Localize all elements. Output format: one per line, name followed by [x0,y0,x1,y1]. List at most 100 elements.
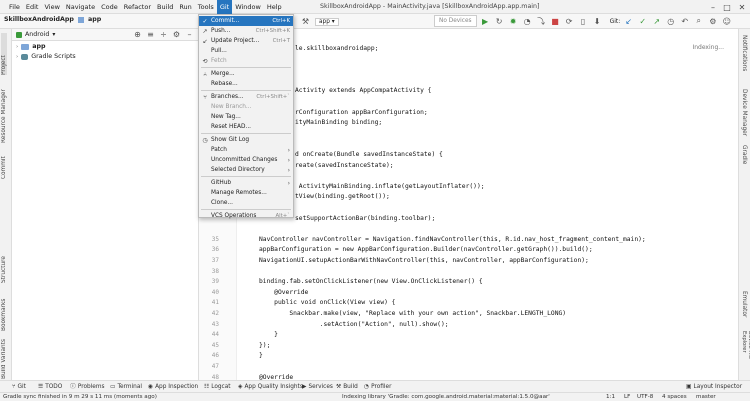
git-menu-branches[interactable]: ⑂ Branches... Ctrl+Shift+` [199,92,293,102]
maximize-icon[interactable]: □ [720,0,734,14]
device-select[interactable]: No Devices [434,15,477,27]
git-menu-uncommitted-changes[interactable]: Uncommitted Changes › [199,155,293,165]
code-line[interactable]: tView(binding.getRoot()); [295,193,390,200]
tab-gradle[interactable]: Gradle [741,145,747,173]
code-line[interactable]: Snackbar.make(view, "Replace with your o… [259,310,566,317]
status-encoding[interactable]: UTF-8 [637,393,653,401]
menu-help[interactable]: Help [264,0,285,14]
git-menu-new-tag[interactable]: New Tag... [199,112,293,122]
git-rollback-icon[interactable]: ↶ [679,16,690,27]
menu-tools[interactable]: Tools [195,0,217,14]
tab-notifications[interactable]: Notifications [741,35,747,83]
make-icon[interactable]: ⚒ [300,16,311,27]
rerun-icon[interactable]: ↻ [494,16,505,27]
code-line[interactable]: NavigationUI.setupActionBarWithNavContro… [259,257,589,264]
tab-build-variants[interactable]: Build Variants [1,337,7,379]
code-line[interactable]: binding.fab.setOnClickListener(new View.… [259,278,483,285]
git-update-icon[interactable]: ↙ [623,16,634,27]
status-branch[interactable]: master [696,393,716,401]
menu-refactor[interactable]: Refactor [121,0,154,14]
profile-icon[interactable]: ◔ [522,16,533,27]
status-message[interactable]: Gradle sync finished in 9 m 29 s 11 ms (… [3,393,157,401]
git-menu-reset-head[interactable]: Reset HEAD... [199,122,293,132]
status-indexing[interactable]: Indexing library 'Gradle: com.google.and… [342,393,550,401]
module-name[interactable]: app [88,16,101,23]
search-icon[interactable]: ⌕ [693,16,704,27]
tab-device-manager[interactable]: Device Manager [741,89,747,141]
app-config-select[interactable]: app ▾ [315,17,339,26]
git-menu-manage-remotes[interactable]: Manage Remotes... [199,188,293,198]
gear-icon[interactable]: ⚙ [171,29,182,40]
project-view-select[interactable]: Android [25,31,49,38]
code-line[interactable]: appBarConfiguration = new AppBarConfigur… [259,246,593,253]
git-menu-patch[interactable]: Patch › [199,145,293,155]
chevron-down-icon[interactable]: ▾ [52,31,55,38]
collapse-all-icon[interactable]: ≡ [145,29,156,40]
stop-icon[interactable]: ■ [550,16,561,27]
git-push-icon[interactable]: ↗ [651,16,662,27]
close-icon[interactable]: ✕ [735,0,749,14]
git-menu-vcs-operations[interactable]: VCS Operations Alt+` [199,211,293,221]
tab-commit[interactable]: Commit [1,149,7,179]
git-menu-clone[interactable]: Clone... [199,198,293,208]
tab-resource-manager[interactable]: Resource Manager [1,81,7,143]
status-position[interactable]: 1:1 [606,393,615,401]
debug-icon[interactable]: ✹ [508,16,519,27]
code-line[interactable]: le.skillboxandroidapp; [295,45,378,52]
sync-icon[interactable]: ⟳ [564,16,575,27]
expand-all-icon[interactable]: ÷ [158,29,169,40]
code-line[interactable]: rConfiguration appBarConfiguration; [295,109,428,116]
tree-item-gradle-scripts[interactable]: › Gradle Scripts [16,53,76,60]
menu-run[interactable]: Run [176,0,194,14]
menu-window[interactable]: Window [232,0,264,14]
menu-navigate[interactable]: Navigate [63,0,98,14]
git-menu-github[interactable]: GitHub › [199,178,293,188]
locate-icon[interactable]: ⊕ [132,29,143,40]
status-indent[interactable]: 4 spaces [662,393,687,401]
project-name[interactable]: SkillboxAndroidApp [4,16,74,23]
menu-git[interactable]: Git [216,0,233,14]
menu-build[interactable]: Build [154,0,176,14]
code-line[interactable]: public void onClick(View view) { [259,299,395,306]
git-menu-update-project[interactable]: ↙ Update Project... Ctrl+T [199,36,293,46]
run-icon[interactable]: ▶ [480,16,491,27]
code-line[interactable]: ityMainBinding binding; [295,119,382,126]
tab-emulator[interactable]: Emulator [741,291,747,327]
settings-icon[interactable]: ⚙ [707,16,718,27]
tab-bookmarks[interactable]: Bookmarks [1,291,7,331]
code-line[interactable]: NavController navController = Navigation… [259,236,646,243]
code-line[interactable]: reate(savedInstanceState); [295,162,394,169]
code-line[interactable]: @Override [259,289,308,296]
avd-manager-icon[interactable]: ▯ [578,16,589,27]
code-line[interactable]: }); [259,342,270,349]
code-line[interactable]: .setAction("Action", null).show(); [259,321,449,328]
git-menu-merge[interactable]: ⑃ Merge... [199,69,293,79]
attach-debugger-icon[interactable]: ⤵ [536,16,547,27]
git-menu-push[interactable]: ↗ Push... Ctrl+Shift+K [199,26,293,36]
git-menu-selected-directory[interactable]: Selected Directory › [199,165,293,175]
code-line[interactable]: } [259,352,263,359]
chevron-right-icon[interactable]: › [16,44,18,50]
code-line[interactable]: Activity extends AppCompatActivity { [295,87,431,94]
git-menu-rebase[interactable]: Rebase... [199,79,293,89]
status-line-separator[interactable]: LF [624,393,630,401]
assistant-icon[interactable]: ☺ [721,16,732,27]
menu-view[interactable]: View [41,0,62,14]
git-history-icon[interactable]: ◷ [665,16,676,27]
code-line[interactable]: d onCreate(Bundle savedInstanceState) { [295,151,443,158]
menu-edit[interactable]: Edit [23,0,42,14]
git-menu-commit[interactable]: ✓ Commit... Ctrl+K [199,16,293,26]
hide-panel-icon[interactable]: – [184,29,195,40]
tab-project[interactable]: Project [1,33,7,75]
tree-item-app[interactable]: › app [16,43,45,50]
tab-structure[interactable]: Structure [1,247,7,283]
sdk-manager-icon[interactable]: ⬇ [592,16,603,27]
minimize-icon[interactable]: – [706,0,720,14]
chevron-right-icon[interactable]: › [16,54,18,60]
git-menu-pull[interactable]: Pull... [199,46,293,56]
git-menu-show-git-log[interactable]: ◷ Show Git Log [199,135,293,145]
code-line[interactable]: } [259,331,278,338]
tab-device-file-explorer[interactable]: Device File Explorer [741,331,750,379]
code-line[interactable]: ActivityMainBinding.inflate(getLayoutInf… [295,183,485,190]
git-commit-icon[interactable]: ✓ [637,16,648,27]
